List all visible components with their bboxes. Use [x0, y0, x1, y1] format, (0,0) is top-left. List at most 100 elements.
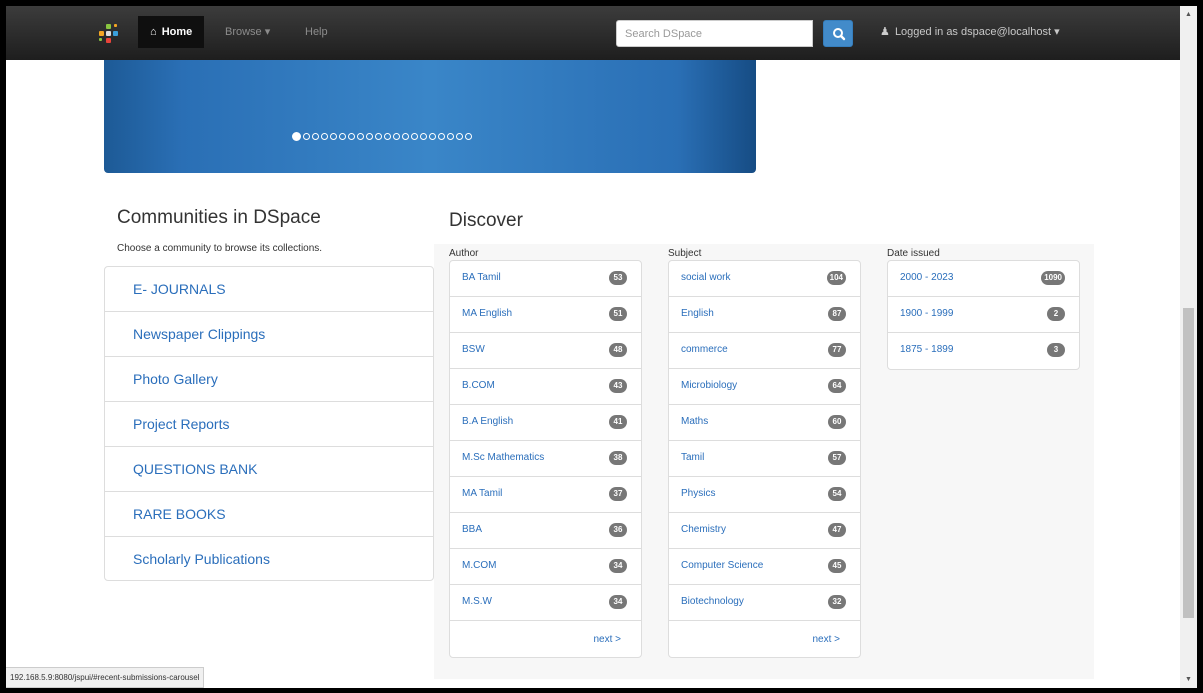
facet-item[interactable]: B.A English 41 [450, 405, 641, 441]
facet-item[interactable]: 1875 - 1899 3 [888, 333, 1079, 369]
facet-item[interactable]: M.Sc Mathematics 38 [450, 441, 641, 477]
facet-item[interactable]: Microbiology 64 [669, 369, 860, 405]
facet-item[interactable]: M.COM 34 [450, 549, 641, 585]
carousel-indicator[interactable] [357, 133, 364, 140]
carousel-indicator[interactable] [348, 133, 355, 140]
facet-link[interactable]: Tamil [681, 452, 704, 463]
facet-item[interactable]: BA Tamil 53 [450, 261, 641, 297]
facet-link[interactable]: English [681, 308, 714, 319]
facet-link[interactable]: social work [681, 272, 730, 283]
facet-link[interactable]: M.COM [462, 560, 496, 571]
community-item[interactable]: QUESTIONS BANK [105, 447, 433, 492]
nav-browse[interactable]: Browse ▾ [225, 16, 270, 48]
carousel-indicator[interactable] [393, 133, 400, 140]
facet-link[interactable]: BA Tamil [462, 272, 501, 283]
facet-link[interactable]: M.Sc Mathematics [462, 452, 544, 463]
facet-link[interactable]: B.A English [462, 416, 513, 427]
community-item[interactable]: Scholarly Publications [105, 537, 433, 582]
facet-link[interactable]: Maths [681, 416, 708, 427]
community-item[interactable]: Newspaper Clippings [105, 312, 433, 357]
carousel-indicator[interactable] [366, 133, 373, 140]
facet-item[interactable]: Physics 54 [669, 477, 860, 513]
carousel-indicator[interactable] [321, 133, 328, 140]
author-next-link[interactable]: next > [593, 634, 621, 645]
caret-down-icon: ▾ [1054, 26, 1060, 38]
community-link[interactable]: Project Reports [133, 416, 229, 432]
community-link[interactable]: Scholarly Publications [133, 551, 270, 567]
facet-item[interactable]: commerce 77 [669, 333, 860, 369]
facet-link[interactable]: 1875 - 1899 [900, 344, 953, 355]
recent-submissions-carousel [104, 60, 756, 173]
facet-item[interactable]: MA English 51 [450, 297, 641, 333]
search-button[interactable] [823, 20, 853, 47]
facet-link[interactable]: Chemistry [681, 524, 726, 535]
scroll-down-arrow-icon[interactable]: ▼ [1180, 671, 1197, 688]
community-item[interactable]: Photo Gallery [105, 357, 433, 402]
facet-item[interactable]: BSW 48 [450, 333, 641, 369]
facet-link[interactable]: BSW [462, 344, 485, 355]
facet-item[interactable]: Maths 60 [669, 405, 860, 441]
community-link[interactable]: QUESTIONS BANK [133, 461, 257, 477]
facet-item[interactable]: Computer Science 45 [669, 549, 860, 585]
facet-link[interactable]: M.S.W [462, 596, 492, 607]
community-link[interactable]: Newspaper Clippings [133, 326, 265, 342]
facet-item[interactable]: Tamil 57 [669, 441, 860, 477]
home-icon: ⌂ [150, 26, 157, 38]
facet-item[interactable]: social work 104 [669, 261, 860, 297]
carousel-indicator[interactable] [384, 133, 391, 140]
facet-item[interactable]: M.S.W 34 [450, 585, 641, 621]
community-link[interactable]: Photo Gallery [133, 371, 218, 387]
carousel-indicator[interactable] [438, 133, 445, 140]
facet-link[interactable]: 2000 - 2023 [900, 272, 953, 283]
carousel-indicator[interactable] [411, 133, 418, 140]
facet-link[interactable]: Physics [681, 488, 715, 499]
count-badge: 53 [609, 271, 627, 285]
vertical-scrollbar[interactable]: ▲ ▼ [1180, 6, 1197, 688]
carousel-indicator[interactable] [465, 133, 472, 140]
carousel-indicators [292, 132, 474, 141]
facet-link[interactable]: MA English [462, 308, 512, 319]
facet-item[interactable]: B.COM 43 [450, 369, 641, 405]
carousel-indicator[interactable] [375, 133, 382, 140]
facet-link[interactable]: Biotechnology [681, 596, 744, 607]
facet-item[interactable]: MA Tamil 37 [450, 477, 641, 513]
community-link[interactable]: E- JOURNALS [133, 281, 226, 297]
community-item[interactable]: E- JOURNALS [105, 267, 433, 312]
facet-link[interactable]: commerce [681, 344, 728, 355]
carousel-indicator[interactable] [402, 133, 409, 140]
carousel-indicator[interactable] [339, 133, 346, 140]
facet-item[interactable]: 2000 - 2023 1090 [888, 261, 1079, 297]
community-item[interactable]: Project Reports [105, 402, 433, 447]
community-item[interactable]: RARE BOOKS [105, 492, 433, 537]
facet-item[interactable]: Biotechnology 32 [669, 585, 860, 621]
facet-item[interactable]: English 87 [669, 297, 860, 333]
scrollbar-thumb[interactable] [1183, 308, 1194, 618]
facet-link[interactable]: BBA [462, 524, 482, 535]
facet-link[interactable]: Computer Science [681, 560, 763, 571]
carousel-indicator[interactable] [420, 133, 427, 140]
carousel-indicator[interactable] [429, 133, 436, 140]
carousel-indicator[interactable] [456, 133, 463, 140]
user-label: Logged in as dspace@localhost [894, 26, 1052, 38]
facet-link[interactable]: MA Tamil [462, 488, 502, 499]
dspace-logo[interactable] [98, 23, 118, 43]
facet-link[interactable]: 1900 - 1999 [900, 308, 953, 319]
facet-item[interactable]: 1900 - 1999 2 [888, 297, 1079, 333]
community-link[interactable]: RARE BOOKS [133, 506, 226, 522]
facet-item[interactable]: Chemistry 47 [669, 513, 860, 549]
carousel-indicator[interactable] [303, 133, 310, 140]
facet-link[interactable]: Microbiology [681, 380, 737, 391]
carousel-indicator[interactable] [330, 133, 337, 140]
scroll-up-arrow-icon[interactable]: ▲ [1180, 6, 1197, 23]
carousel-indicator[interactable] [447, 133, 454, 140]
nav-help[interactable]: Help [305, 16, 328, 48]
nav-home-label: Home [161, 26, 193, 38]
search-input[interactable] [616, 20, 813, 47]
carousel-indicator[interactable] [312, 133, 319, 140]
facet-link[interactable]: B.COM [462, 380, 495, 391]
nav-home[interactable]: ⌂ Home [138, 16, 205, 48]
facet-item[interactable]: BBA 36 [450, 513, 641, 549]
carousel-indicator[interactable] [292, 132, 301, 141]
subject-next-link[interactable]: next > [812, 634, 840, 645]
user-menu[interactable]: ♟ Logged in as dspace@localhost ▾ [880, 16, 1060, 48]
